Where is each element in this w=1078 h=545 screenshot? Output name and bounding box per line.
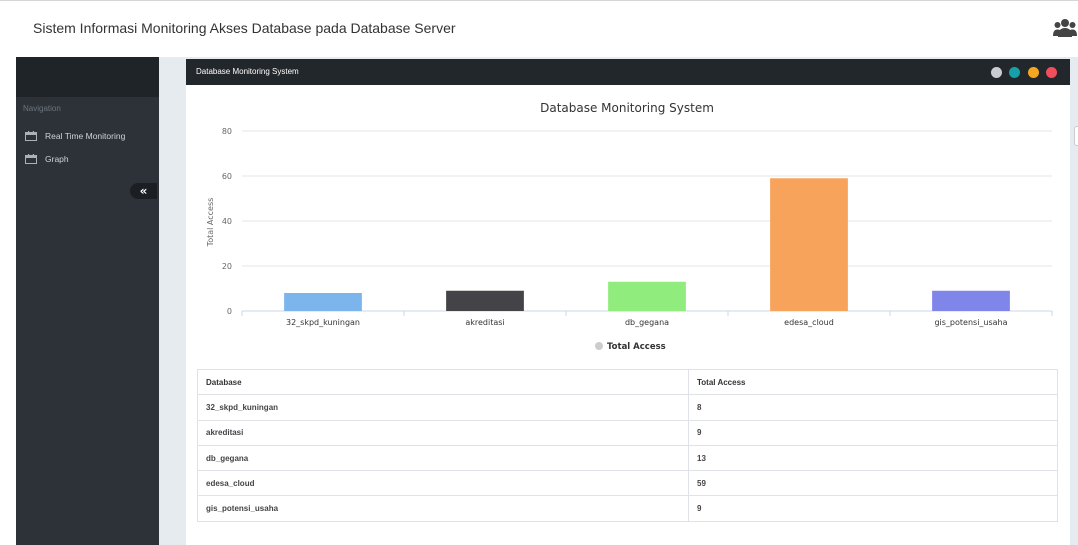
sidebar-item-graph[interactable]: Graph [16,150,159,168]
side-scroll-tab[interactable] [1074,126,1078,146]
sidebar-header [16,57,159,97]
table-row: db_gegana 13 [197,444,1058,472]
legend-marker [595,342,603,350]
panel-settings-icon[interactable] [991,67,1002,78]
cell-total-access: 8 [688,394,1058,421]
x-tick-label: edesa_cloud [784,318,834,327]
chart-legend[interactable]: Total Access [595,342,666,352]
table-row: edesa_cloud 59 [197,470,1058,497]
calendar-icon [25,154,37,164]
sidebar: Navigation Real Time Monitoring Graph « [16,57,159,545]
chart-title: Database Monitoring System [540,101,714,115]
y-tick-label: 60 [222,172,232,181]
chart-y-axis-label: Total Access [206,198,215,248]
y-tick-label: 40 [222,217,232,226]
y-tick-label: 0 [227,307,232,316]
cell-total-access: 59 [688,470,1058,497]
bar-db-gegana[interactable] [608,281,686,311]
table-header-row: Database Total Access [197,368,1058,396]
column-header-total-access: Total Access [688,368,1058,396]
bar-akreditasi[interactable] [446,290,524,311]
legend-label: Total Access [607,342,666,352]
table-row: gis_potensi_usaha 9 [197,495,1058,522]
cell-database: gis_potensi_usaha [197,495,689,522]
users-icon[interactable] [1053,17,1077,39]
sidebar-collapse-button[interactable]: « [130,183,157,199]
column-header-database: Database [197,368,689,396]
calendar-icon [25,131,37,141]
sidebar-item-label: Graph [45,154,69,164]
panel-close-icon[interactable] [1046,67,1057,78]
app-title: Sistem Informasi Monitoring Akses Databa… [33,20,456,36]
y-tick-label: 20 [222,262,232,271]
x-tick-label: 32_skpd_kuningan [286,318,360,327]
panel-header: Database Monitoring System [186,59,1070,85]
cell-total-access: 9 [688,419,1058,446]
sidebar-item-real-time-monitoring[interactable]: Real Time Monitoring [16,127,159,145]
nav-heading: Navigation [23,104,61,113]
panel-minimize-icon[interactable] [1028,67,1039,78]
cell-total-access: 13 [688,444,1058,472]
cell-total-access: 9 [688,495,1058,522]
panel-title: Database Monitoring System [196,67,299,76]
cell-database: akreditasi [197,419,689,446]
bar-gis-potensi-usaha[interactable] [932,290,1010,311]
table-row: 32_skpd_kuningan 8 [197,394,1058,421]
cell-database: 32_skpd_kuningan [197,394,689,421]
bar-chart: Database Monitoring System Total Access … [206,101,1053,352]
cell-database: edesa_cloud [197,470,689,497]
bar-edesa-cloud[interactable] [770,178,848,311]
x-tick-label: gis_potensi_usaha [934,318,1007,327]
panel-refresh-icon[interactable] [1009,67,1020,78]
x-tick-label: akreditasi [465,318,504,327]
x-tick-label: db_gegana [625,318,669,327]
cell-database: db_gegana [197,444,689,472]
database-access-table: Database Total Access 32_skpd_kuningan 8… [197,368,1058,522]
bar-32-skpd-kuningan[interactable] [284,293,362,311]
table-row: akreditasi 9 [197,419,1058,446]
sidebar-item-label: Real Time Monitoring [45,131,126,141]
top-bar: Sistem Informasi Monitoring Akses Databa… [0,0,1078,57]
y-tick-label: 80 [222,127,232,136]
